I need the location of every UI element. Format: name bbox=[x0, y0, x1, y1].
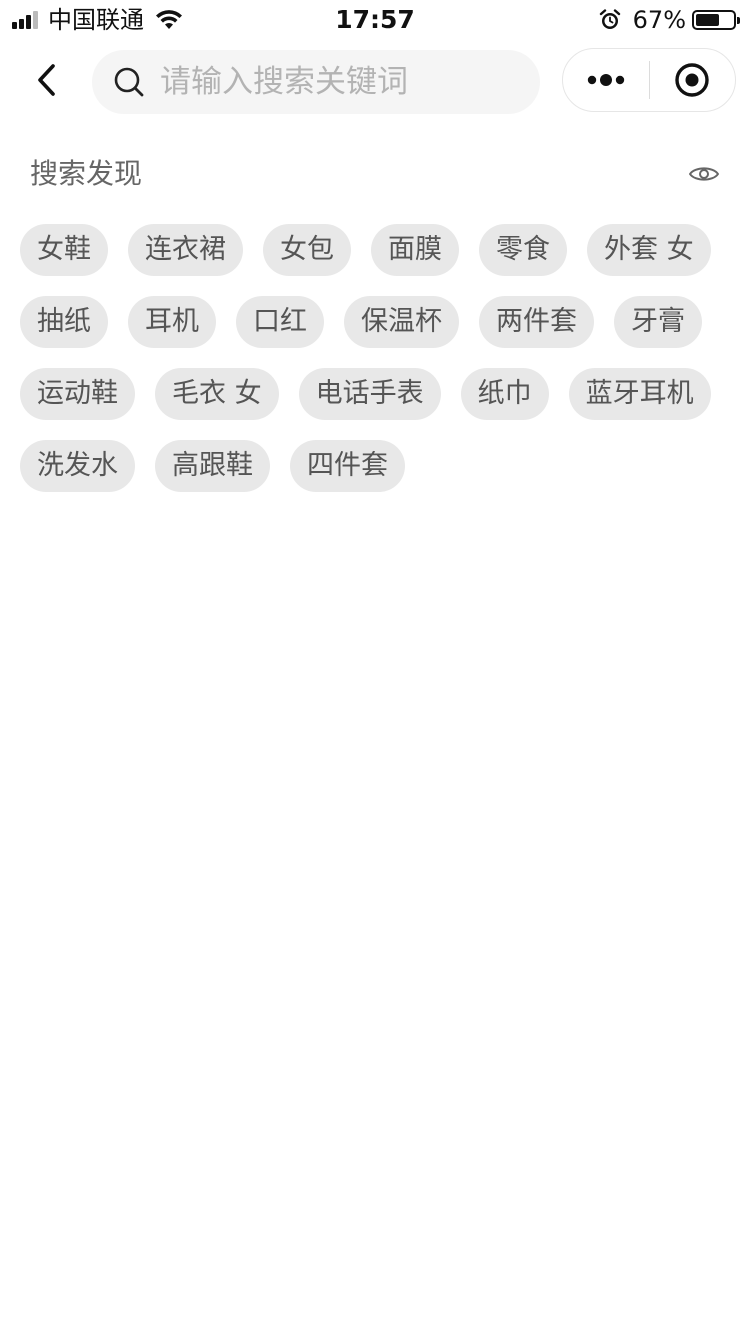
discover-tag[interactable]: 纸巾 bbox=[460, 368, 549, 420]
chevron-left-icon bbox=[38, 64, 55, 96]
tag-row: 运动鞋 毛衣 女电话手表 纸巾 蓝牙耳机 bbox=[20, 368, 740, 420]
battery-percent: 67% bbox=[632, 6, 686, 34]
close-button[interactable] bbox=[650, 49, 736, 111]
battery-level-fill bbox=[696, 14, 719, 26]
discover-tag[interactable]: 女鞋 bbox=[20, 224, 108, 276]
battery-cap bbox=[737, 17, 740, 24]
tag-row: 抽纸 耳机 口红 保温杯 两件套 牙膏 bbox=[20, 296, 740, 348]
discover-tag[interactable]: 保温杯 bbox=[344, 296, 459, 348]
discover-tag[interactable]: 电话手表 bbox=[298, 368, 441, 420]
eye-icon bbox=[689, 167, 719, 181]
discover-tag[interactable]: 口红 bbox=[236, 296, 324, 348]
discover-tag[interactable]: 两件套 bbox=[479, 296, 594, 348]
discover-tag[interactable]: 毛衣 女 bbox=[155, 368, 279, 420]
back-button[interactable] bbox=[28, 62, 64, 98]
discover-tag[interactable]: 耳机 bbox=[128, 296, 216, 348]
tag-row: 洗发水 高跟鞋 四件套 bbox=[20, 440, 740, 492]
discover-tag[interactable]: 高跟鞋 bbox=[155, 440, 270, 492]
discover-tag[interactable]: 零食 bbox=[479, 224, 567, 276]
more-button[interactable] bbox=[563, 49, 649, 111]
discover-tag[interactable]: 女包 bbox=[263, 224, 351, 276]
discover-tag[interactable]: 面膜 bbox=[371, 224, 459, 276]
search-input[interactable] bbox=[160, 64, 520, 100]
discover-tag[interactable]: 运动鞋 bbox=[20, 368, 135, 420]
discover-tag[interactable]: 四件套 bbox=[290, 440, 405, 492]
discover-tag[interactable]: 牙膏 bbox=[614, 296, 702, 348]
eye-toggle-button[interactable] bbox=[688, 158, 720, 190]
discover-title: 搜索发现 bbox=[30, 157, 143, 190]
search-box[interactable] bbox=[92, 50, 540, 114]
more-dots-icon bbox=[587, 74, 624, 86]
status-right: 67% bbox=[599, 6, 740, 34]
tag-row: 女鞋 连衣裙 女包 面膜 零食 外套 女 bbox=[20, 224, 740, 276]
discover-tag[interactable]: 蓝牙耳机 bbox=[568, 368, 711, 420]
discover-tag[interactable]: 连衣裙 bbox=[128, 224, 243, 276]
search-icon bbox=[112, 65, 146, 99]
discover-tag[interactable]: 外套 女 bbox=[587, 224, 711, 276]
target-circle-icon bbox=[675, 63, 709, 97]
mini-program-capsule bbox=[562, 48, 736, 112]
battery-icon bbox=[692, 10, 740, 30]
search-page: 中国联通 17:57 67% 请输入搜索关键词 搜索发现 女鞋 连衣裙 女包 面… bbox=[0, 0, 750, 1334]
discover-tag[interactable]: 抽纸 bbox=[20, 296, 108, 348]
discover-tag[interactable]: 洗发水 bbox=[20, 440, 135, 492]
alarm-icon bbox=[599, 9, 620, 29]
discover-tags: 女鞋 连衣裙 女包 面膜 零食 外套 女抽纸 耳机 口红 保温杯 两件套 牙膏 运动鞋 毛衣 女电话手表… bbox=[20, 224, 740, 512]
status-bar: 中国联通 17:57 67% bbox=[0, 0, 750, 40]
